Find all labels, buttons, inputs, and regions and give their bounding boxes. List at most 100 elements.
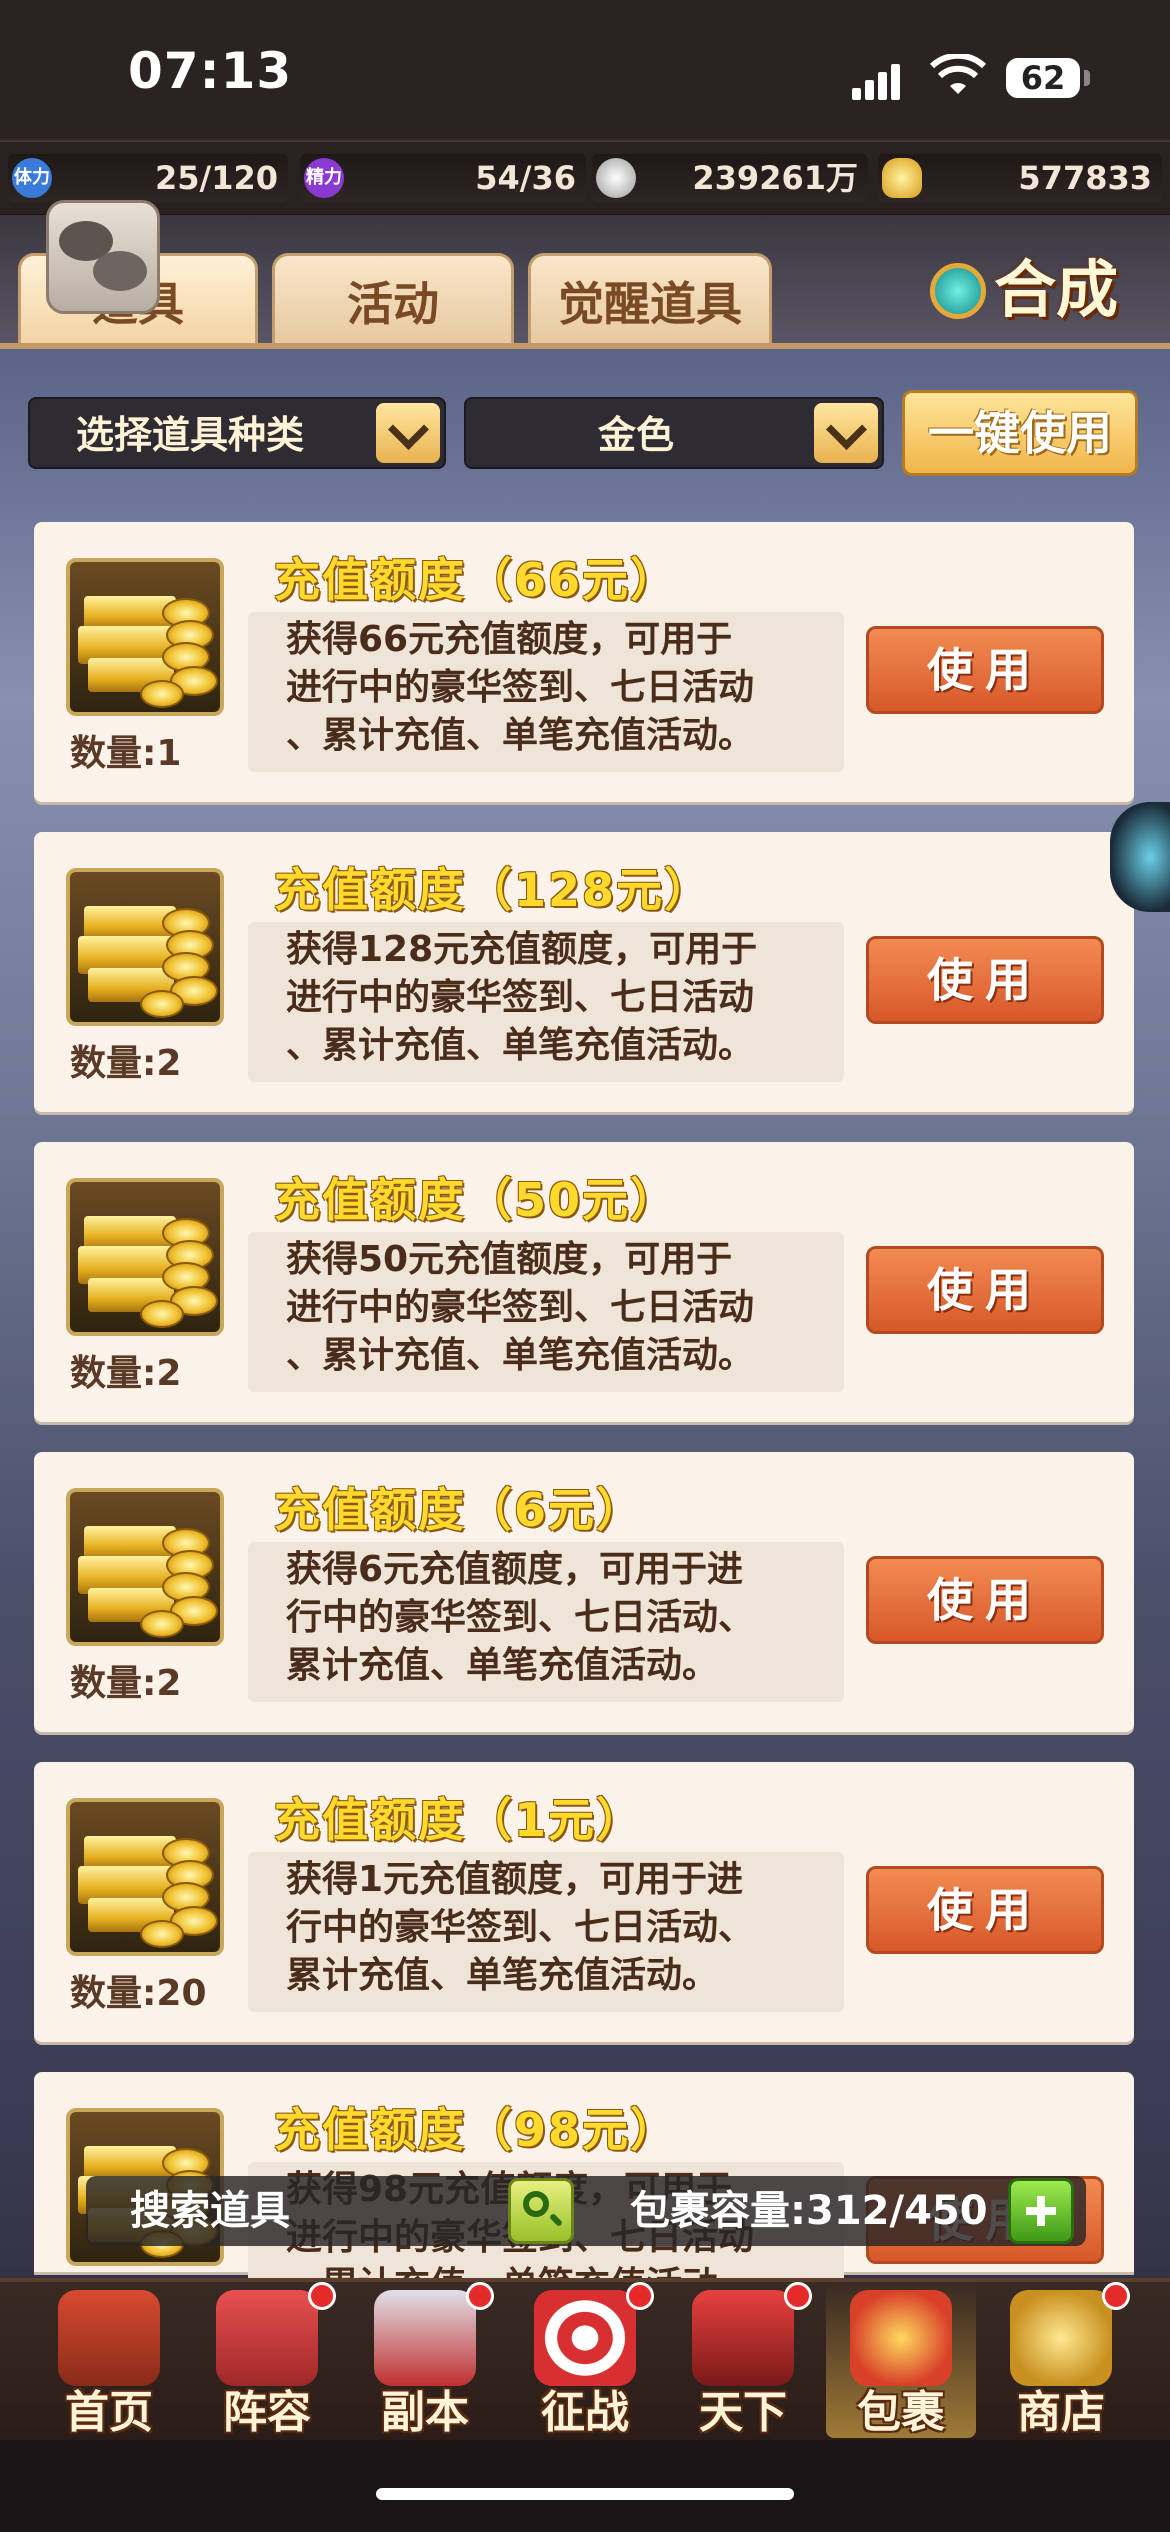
tab-activity[interactable]: 活动 xyxy=(272,253,514,345)
item-title: 充值额度（50元） xyxy=(274,1173,679,1227)
use-button[interactable]: 使用 xyxy=(866,1246,1104,1334)
item-card[interactable]: 数量:2 充值额度（6元） 获得6元充值额度，可用于进 行中的豪华签到、七日活动… xyxy=(34,1452,1134,1732)
chat-button[interactable] xyxy=(46,200,160,314)
nav-home-palace[interactable]: 首页 xyxy=(34,2282,184,2438)
category-select[interactable]: 选择道具种类 xyxy=(28,397,446,469)
battery-tip xyxy=(1084,70,1090,86)
item-card[interactable]: 数量:2 充值额度（50元） 获得50元充值额度，可用于 进行中的豪华签到、七日… xyxy=(34,1142,1134,1422)
resource-value: 577833 xyxy=(1018,159,1152,197)
panel-border xyxy=(0,343,1170,349)
item-description-line: 进行中的豪华签到、七日活动 xyxy=(286,977,755,1018)
item-description-line: 、累计充值、单笔充值活动。 xyxy=(286,1335,755,1376)
item-description: 获得66元充值额度，可用于 进行中的豪华签到、七日活动 、累计充值、单笔充值活动… xyxy=(248,612,844,772)
nav-label: 阵容 xyxy=(223,2387,311,2438)
use-button[interactable]: 使用 xyxy=(866,626,1104,714)
item-description: 获得50元充值额度，可用于 进行中的豪华签到、七日活动 、累计充值、单笔充值活动… xyxy=(248,1232,844,1392)
nav-label: 天下 xyxy=(699,2387,787,2438)
gold-bars-coins-icon xyxy=(66,1798,224,1956)
use-button[interactable]: 使用 xyxy=(866,1866,1104,1954)
floating-assistant-icon[interactable] xyxy=(1110,802,1170,912)
nav-battle-target[interactable]: 征战 xyxy=(510,2282,660,2438)
item-description-line: 获得1元充值额度，可用于进 xyxy=(286,1859,744,1900)
item-quantity: 数量:2 xyxy=(70,1663,182,1704)
notification-dot xyxy=(308,2282,336,2310)
home-palace-icon xyxy=(58,2290,160,2386)
home-indicator[interactable] xyxy=(376,2488,794,2500)
nav-shop-coins[interactable]: 商店 xyxy=(986,2282,1136,2438)
energy-icon: 精力 xyxy=(304,158,344,198)
gold-bars-coins-icon xyxy=(66,558,224,716)
nav-label: 副本 xyxy=(381,2387,469,2438)
item-title: 充值额度（1元） xyxy=(274,1793,645,1847)
item-description-line: 累计充值、单笔充值活动。 xyxy=(286,1645,719,1686)
item-quantity: 数量:2 xyxy=(70,1043,182,1084)
gem-icon xyxy=(930,263,986,319)
use-button[interactable]: 使用 xyxy=(866,936,1104,1024)
chevron-down-icon xyxy=(376,403,440,463)
item-quantity: 数量:1 xyxy=(70,733,182,774)
item-description-line: 进行中的豪华签到、七日活动 xyxy=(286,1287,755,1328)
notification-dot xyxy=(784,2282,812,2310)
synthesize-button[interactable]: 合成 xyxy=(930,245,1140,335)
home-area xyxy=(0,2440,1170,2532)
item-description-line: 获得66元充值额度，可用于 xyxy=(286,619,733,660)
nav-dungeon-swords[interactable]: 副本 xyxy=(350,2282,500,2438)
item-description-line: 获得128元充值额度，可用于 xyxy=(286,929,758,970)
item-description-line: 进行中的豪华签到、七日活动 xyxy=(286,667,755,708)
quality-select[interactable]: 金色 xyxy=(464,397,884,469)
item-title: 充值额度（98元） xyxy=(274,2103,679,2157)
resource-energy[interactable]: 精力 54/36 xyxy=(300,154,586,202)
nav-label: 商店 xyxy=(1017,2387,1105,2438)
nav-bag[interactable]: 包裹 xyxy=(826,2282,976,2438)
resource-copper[interactable]: 239261万 xyxy=(592,154,868,202)
tab-awaken-items[interactable]: 觉醒道具 xyxy=(528,253,772,345)
notification-dot xyxy=(626,2282,654,2310)
resource-stamina[interactable]: 体力 25/120 xyxy=(8,154,288,202)
item-description-line: 获得50元充值额度，可用于 xyxy=(286,1239,733,1280)
category-select-value: 选择道具种类 xyxy=(76,413,305,457)
resource-value: 25/120 xyxy=(154,159,278,197)
status-bar: 07:13 62 xyxy=(0,0,1170,140)
item-card[interactable]: 数量:2 充值额度（128元） 获得128元充值额度，可用于 进行中的豪华签到、… xyxy=(34,832,1134,1112)
shop-coins-icon xyxy=(1010,2290,1112,2386)
resource-value: 239261万 xyxy=(692,159,858,197)
lineup-flag-icon xyxy=(216,2290,318,2386)
item-description: 获得1元充值额度，可用于进 行中的豪华签到、七日活动、 累计充值、单笔充值活动。 xyxy=(248,1852,844,2012)
use-all-button[interactable]: 一键使用 xyxy=(902,390,1138,476)
quality-select-value: 金色 xyxy=(598,413,675,457)
item-description-line: 行中的豪华签到、七日活动、 xyxy=(286,1907,755,1948)
clock: 07:13 xyxy=(128,42,293,100)
use-button[interactable]: 使用 xyxy=(866,1556,1104,1644)
nav-lineup-flag[interactable]: 阵容 xyxy=(192,2282,342,2438)
world-banner-icon xyxy=(692,2290,794,2386)
item-description-line: 行中的豪华签到、七日活动、 xyxy=(286,1597,755,1638)
nav-label: 征战 xyxy=(541,2387,629,2438)
notification-dot xyxy=(466,2282,494,2310)
battle-target-icon xyxy=(534,2290,636,2386)
resource-gold[interactable]: 577833 xyxy=(878,154,1162,202)
stamina-icon: 体力 xyxy=(12,158,52,198)
bag-icon xyxy=(850,2290,952,2386)
dungeon-swords-icon xyxy=(374,2290,476,2386)
copper-coin-icon xyxy=(596,158,636,198)
item-title: 充值额度（128元） xyxy=(274,863,713,917)
item-description-line: 、累计充值、单笔充值活动。 xyxy=(286,715,755,756)
nav-label: 首页 xyxy=(65,2387,153,2438)
nav-world-banner[interactable]: 天下 xyxy=(668,2282,818,2438)
item-title: 充值额度（6元） xyxy=(274,1483,645,1537)
add-capacity-button[interactable] xyxy=(1008,2178,1074,2244)
item-card[interactable]: 数量:20 充值额度（1元） 获得1元充值额度，可用于进 行中的豪华签到、七日活… xyxy=(34,1762,1134,2042)
chevron-down-icon xyxy=(814,403,878,463)
item-quantity: 数量:2 xyxy=(70,1353,182,1394)
resource-value: 54/36 xyxy=(475,159,576,197)
notification-dot xyxy=(1102,2282,1130,2310)
gold-ingot-icon xyxy=(882,158,922,198)
chat-bubble-icon xyxy=(93,251,147,291)
search-icon[interactable] xyxy=(508,2178,574,2244)
resource-bar: 体力 25/120 精力 54/36 239261万 577833 xyxy=(0,140,1170,217)
item-card[interactable]: 数量:1 充值额度（66元） 获得66元充值额度，可用于 进行中的豪华签到、七日… xyxy=(34,522,1134,802)
item-title: 充值额度（66元） xyxy=(274,553,679,607)
search-label: 搜索道具 xyxy=(130,2188,290,2234)
item-description: 获得6元充值额度，可用于进 行中的豪华签到、七日活动、 累计充值、单笔充值活动。 xyxy=(248,1542,844,1702)
bag-capacity: 包裹容量:312/450 xyxy=(630,2188,988,2234)
